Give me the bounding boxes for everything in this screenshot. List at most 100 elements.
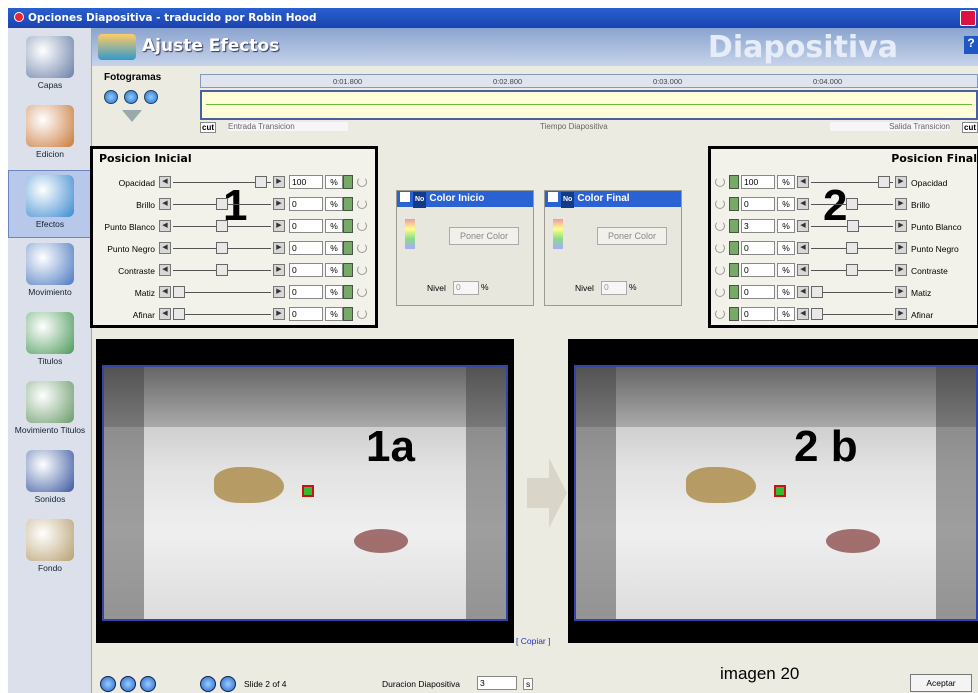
increase-button[interactable]: ▶ [273, 242, 285, 254]
increase-button[interactable]: ▶ [895, 176, 907, 188]
slider-thumb[interactable] [255, 176, 267, 188]
reset-icon[interactable] [715, 243, 725, 253]
increase-button[interactable]: ▶ [273, 198, 285, 210]
preview-final[interactable]: 2 b [568, 339, 978, 643]
sidebar-item-movimiento-titulos[interactable]: Movimiento Titulos [8, 377, 92, 445]
slider-thumb[interactable] [811, 308, 823, 320]
decrease-button[interactable]: ◀ [159, 220, 171, 232]
sidebar-item-sonidos[interactable]: Sonidos [8, 446, 92, 514]
forward-icon[interactable] [140, 676, 156, 692]
value-input[interactable]: 100 [741, 175, 775, 189]
slider-thumb[interactable] [846, 242, 858, 254]
slider-thumb[interactable] [216, 264, 228, 276]
slider-track[interactable] [811, 292, 893, 293]
decrease-button[interactable]: ◀ [159, 242, 171, 254]
lock-icon[interactable] [729, 263, 739, 277]
decrease-button[interactable]: ◀ [159, 308, 171, 320]
slider-track[interactable] [811, 314, 893, 315]
increase-button[interactable]: ▶ [273, 220, 285, 232]
slider-thumb[interactable] [846, 264, 858, 276]
increase-button[interactable]: ▶ [895, 220, 907, 232]
poner-color-button[interactable]: Poner Color [597, 227, 667, 245]
sidebar-item-movimiento[interactable]: Movimiento [8, 239, 92, 307]
reset-icon[interactable] [357, 221, 367, 231]
sidebar-item-fondo[interactable]: Fondo [8, 515, 92, 583]
lock-icon[interactable] [343, 285, 353, 299]
prev-frame-button[interactable] [104, 90, 118, 104]
value-input[interactable]: 3 [741, 219, 775, 233]
prev-slide-icon[interactable] [200, 676, 216, 692]
reset-icon[interactable] [357, 243, 367, 253]
sidebar-item-titulos[interactable]: Titulos [8, 308, 92, 376]
reset-icon[interactable] [715, 199, 725, 209]
decrease-button[interactable]: ◀ [159, 264, 171, 276]
lock-icon[interactable] [729, 197, 739, 211]
value-input[interactable]: 0 [289, 263, 323, 277]
next-slide-icon[interactable] [220, 676, 236, 692]
add-frame-button[interactable] [124, 90, 138, 104]
decrease-button[interactable]: ◀ [159, 198, 171, 210]
value-input[interactable]: 0 [741, 241, 775, 255]
increase-button[interactable]: ▶ [895, 198, 907, 210]
lock-icon[interactable] [343, 175, 353, 189]
increase-button[interactable]: ▶ [273, 176, 285, 188]
slider-track[interactable] [173, 292, 271, 293]
slider-thumb[interactable] [811, 286, 823, 298]
cut-in-badge[interactable]: cut [200, 122, 216, 133]
value-input[interactable]: 0 [741, 263, 775, 277]
center-handle[interactable] [302, 485, 314, 497]
decrease-button[interactable]: ◀ [159, 176, 171, 188]
copiar-link[interactable]: [ Copiar ] [516, 636, 551, 646]
reset-icon[interactable] [715, 265, 725, 275]
value-input[interactable]: 0 [289, 241, 323, 255]
slider-thumb[interactable] [216, 220, 228, 232]
reset-icon[interactable] [357, 265, 367, 275]
reset-icon[interactable] [357, 199, 367, 209]
decrease-button[interactable]: ◀ [797, 198, 809, 210]
sidebar-item-efectos[interactable]: Efectos [8, 170, 92, 238]
preview-icon[interactable] [120, 676, 136, 692]
value-input[interactable]: 0 [741, 285, 775, 299]
lock-icon[interactable] [729, 219, 739, 233]
lock-icon[interactable] [729, 241, 739, 255]
center-handle[interactable] [774, 485, 786, 497]
decrease-button[interactable]: ◀ [797, 242, 809, 254]
close-button[interactable] [960, 10, 976, 26]
timeline-track[interactable] [200, 90, 978, 120]
sidebar-item-capas[interactable]: Capas [8, 32, 92, 100]
nivel-input[interactable]: 0 [453, 281, 479, 295]
lock-icon[interactable] [343, 219, 353, 233]
reset-icon[interactable] [715, 287, 725, 297]
value-input[interactable]: 0 [289, 285, 323, 299]
color-inicio-checkbox[interactable] [400, 192, 410, 202]
nivel-input[interactable]: 0 [601, 281, 627, 295]
reset-icon[interactable] [357, 177, 367, 187]
increase-button[interactable]: ▶ [895, 308, 907, 320]
value-input[interactable]: 0 [741, 197, 775, 211]
color-final-checkbox[interactable] [548, 192, 558, 202]
lock-icon[interactable] [729, 285, 739, 299]
back-icon[interactable] [100, 676, 116, 692]
reset-icon[interactable] [357, 287, 367, 297]
slider-thumb[interactable] [878, 176, 890, 188]
reset-icon[interactable] [715, 221, 725, 231]
increase-button[interactable]: ▶ [273, 264, 285, 276]
timeline[interactable]: 0:01.800 0:02.800 0:03.000 0:04.000 cut … [200, 74, 978, 133]
increase-button[interactable]: ▶ [895, 286, 907, 298]
next-frame-button[interactable] [144, 90, 158, 104]
slider-thumb[interactable] [173, 286, 185, 298]
decrease-button[interactable]: ◀ [797, 176, 809, 188]
poner-color-button[interactable]: Poner Color [449, 227, 519, 245]
help-button[interactable]: ? [964, 36, 978, 54]
slider-thumb[interactable] [847, 220, 859, 232]
value-input[interactable]: 0 [289, 219, 323, 233]
increase-button[interactable]: ▶ [273, 308, 285, 320]
increase-button[interactable]: ▶ [273, 286, 285, 298]
preview-inicial[interactable]: 1a [96, 339, 514, 643]
cut-out-badge[interactable]: cut [962, 122, 978, 133]
value-input[interactable]: 0 [289, 197, 323, 211]
duracion-input[interactable]: 3 [477, 676, 517, 690]
lock-icon[interactable] [729, 175, 739, 189]
lock-icon[interactable] [343, 307, 353, 321]
slider-thumb[interactable] [173, 308, 185, 320]
